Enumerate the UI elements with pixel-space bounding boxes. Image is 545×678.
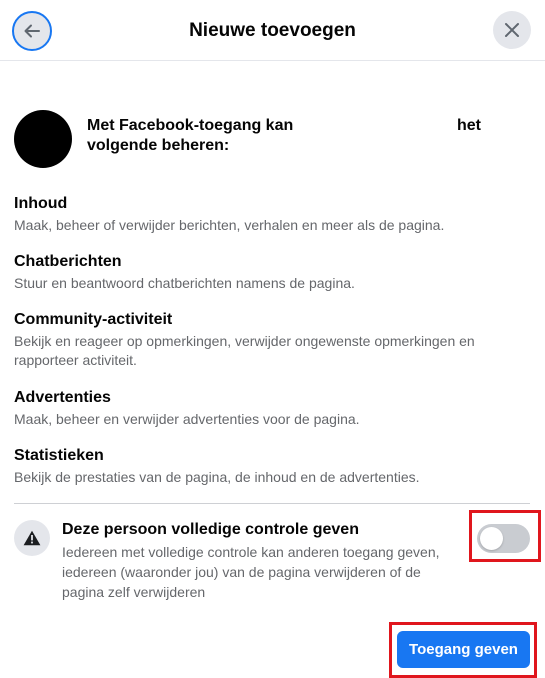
permission-item: Advertenties Maak, beheer en verwijder a… bbox=[14, 388, 529, 429]
close-button[interactable] bbox=[493, 11, 531, 49]
permission-description: Bekijk de prestaties van de pagina, de i… bbox=[14, 469, 420, 485]
toggle-knob bbox=[480, 527, 503, 550]
dialog-header: Nieuwe toevoegen bbox=[0, 0, 545, 61]
full-control-description: Iedereen met volledige controle kan ande… bbox=[62, 544, 440, 600]
permission-description: Maak, beheer en verwijder advertenties v… bbox=[14, 411, 360, 427]
full-control-toggle[interactable] bbox=[477, 524, 530, 553]
permission-title: Advertenties bbox=[14, 389, 111, 406]
warning-badge bbox=[14, 520, 50, 556]
grant-access-button[interactable]: Toegang geven bbox=[397, 631, 530, 668]
permission-item: Inhoud Maak, beheer of verwijder bericht… bbox=[14, 194, 529, 235]
permission-description: Bekijk en reageer op opmerkingen, verwij… bbox=[14, 333, 475, 368]
permission-title: Community-activiteit bbox=[14, 311, 173, 328]
permission-item: Statistieken Bekijk de prestaties van de… bbox=[14, 446, 529, 487]
permission-title: Chatberichten bbox=[14, 253, 122, 270]
intro-line2: volgende beheren: bbox=[87, 137, 230, 154]
permission-title: Statistieken bbox=[14, 447, 104, 464]
permission-item: Chatberichten Stuur en beantwoord chatbe… bbox=[14, 252, 529, 293]
dialog-title: Nieuwe toevoegen bbox=[189, 20, 356, 41]
avatar bbox=[14, 110, 72, 168]
full-control-title: Deze persoon volledige controle geven bbox=[62, 521, 359, 538]
permission-title: Inhoud bbox=[14, 195, 68, 212]
intro-line1-start: Met Facebook-toegang kan bbox=[87, 117, 294, 134]
permission-item: Community-activiteit Bekijk en reageer o… bbox=[14, 310, 529, 370]
permission-description: Maak, beheer of verwijder berichten, ver… bbox=[14, 217, 445, 233]
permission-description: Stuur en beantwoord chatberichten namens… bbox=[14, 275, 355, 291]
close-icon bbox=[505, 23, 519, 37]
section-divider bbox=[14, 503, 530, 504]
warning-triangle-icon bbox=[23, 530, 41, 546]
access-intro: Met Facebook-toegang kan het volgende be… bbox=[87, 116, 487, 156]
intro-line1-end: het bbox=[457, 117, 481, 134]
